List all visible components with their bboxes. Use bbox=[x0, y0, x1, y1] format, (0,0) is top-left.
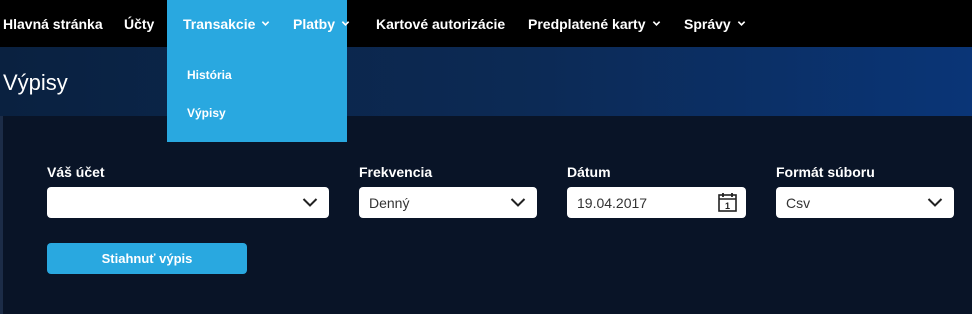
panel-border bbox=[0, 116, 3, 314]
account-label: Váš účet bbox=[47, 164, 105, 180]
nav-item-payments[interactable]: Platby bbox=[293, 0, 350, 47]
file-format-select-value: Csv bbox=[786, 194, 811, 211]
account-select[interactable] bbox=[47, 187, 329, 218]
calendar-icon[interactable]: 1 bbox=[718, 192, 737, 212]
nav-item-label: Platby bbox=[293, 15, 336, 32]
chevron-down-icon bbox=[262, 21, 270, 26]
page-title: Výpisy bbox=[3, 70, 68, 95]
date-input[interactable]: 19.04.2017 1 bbox=[567, 187, 746, 218]
page-header: Výpisy bbox=[0, 47, 972, 116]
chevron-down-icon bbox=[652, 21, 660, 26]
chevron-down-icon bbox=[302, 198, 318, 207]
chevron-down-icon bbox=[737, 21, 745, 26]
nav-item-label: Transakcie bbox=[183, 15, 256, 32]
nav-item-home[interactable]: Hlavná stránka bbox=[3, 0, 103, 47]
nav-item-accounts[interactable]: Účty bbox=[124, 0, 154, 47]
chevron-down-icon bbox=[341, 21, 350, 26]
date-input-value: 19.04.2017 bbox=[577, 194, 648, 211]
frequency-select-value: Denný bbox=[369, 194, 410, 211]
chevron-down-icon bbox=[927, 198, 943, 207]
transactions-dropdown-menu: História Výpisy bbox=[167, 47, 347, 142]
top-navigation: Hlavná stránka Účty Transakcie Platby Ka… bbox=[0, 0, 972, 47]
nav-item-prepaid-cards[interactable]: Predplatené karty bbox=[528, 0, 661, 47]
svg-text:1: 1 bbox=[725, 201, 730, 211]
dropdown-item-statements[interactable]: Výpisy bbox=[187, 106, 226, 120]
download-statement-label: Stiahnuť výpis bbox=[101, 251, 193, 266]
download-statement-button[interactable]: Stiahnuť výpis bbox=[47, 243, 247, 274]
nav-item-label: Predplatené karty bbox=[528, 15, 646, 32]
chevron-down-icon bbox=[510, 198, 526, 207]
date-label: Dátum bbox=[567, 164, 611, 180]
file-format-select[interactable]: Csv bbox=[776, 187, 954, 218]
frequency-select[interactable]: Denný bbox=[359, 187, 537, 218]
nav-item-messages[interactable]: Správy bbox=[684, 0, 746, 47]
frequency-label: Frekvencia bbox=[359, 164, 433, 180]
nav-item-card-authorizations[interactable]: Kartové autorizácie bbox=[376, 0, 505, 47]
nav-item-label: Účty bbox=[124, 15, 155, 32]
dropdown-item-history[interactable]: História bbox=[187, 68, 232, 82]
nav-item-label: Kartové autorizácie bbox=[376, 15, 506, 32]
nav-item-label: Správy bbox=[684, 15, 731, 32]
nav-item-label: Hlavná stránka bbox=[3, 15, 103, 32]
file-format-label: Formát súboru bbox=[776, 164, 875, 180]
